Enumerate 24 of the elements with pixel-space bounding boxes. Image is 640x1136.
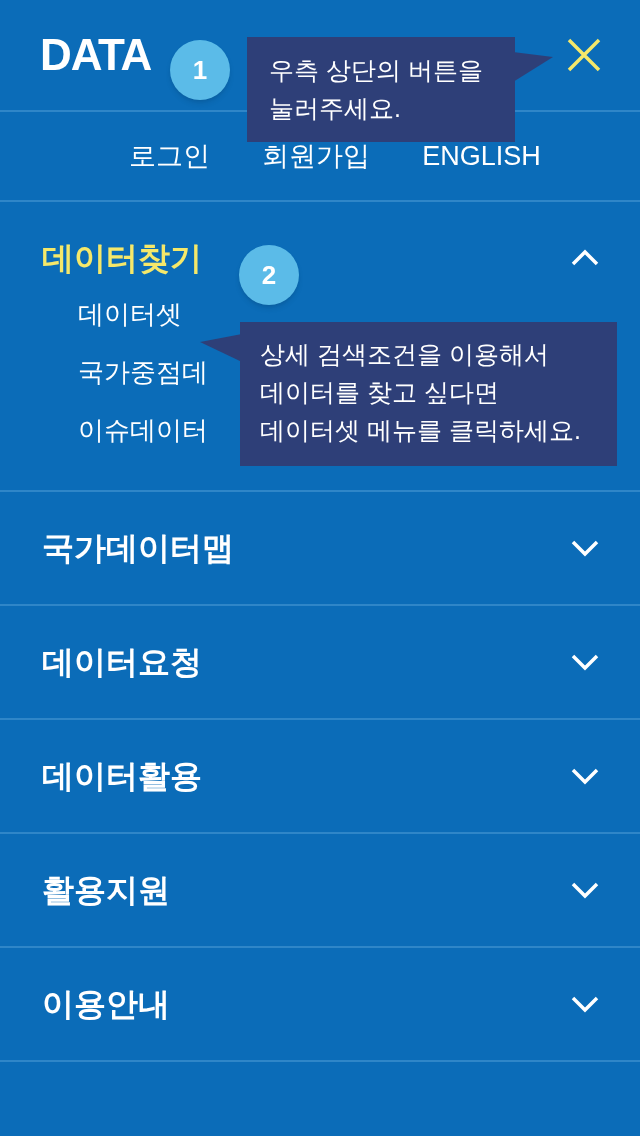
menu-section-title[interactable]: 데이터활용 [42,752,202,800]
tooltip-pointer [513,52,553,82]
submenu-item[interactable]: 데이터셋 [78,294,182,334]
chevron-down-icon[interactable] [570,539,600,557]
tooltip: 우측 상단의 버튼을 눌러주세요. [247,37,515,142]
chevron-down-icon[interactable] [570,881,600,899]
chevron-down-icon[interactable] [570,995,600,1013]
menu-section-title[interactable]: 데이터요청 [42,638,202,686]
step-badge: 1 [170,40,230,100]
submenu-item[interactable]: 국가중점데 [78,352,208,392]
header-link[interactable]: 로그인 [129,135,211,177]
submenu-item[interactable]: 이슈데이터 [78,410,208,450]
menu-section-title[interactable]: 활용지원 [42,866,170,914]
menu-section-title[interactable]: 데이터찾기 [42,234,202,282]
menu-section-title[interactable]: 이용안내 [42,980,170,1028]
tooltip: 상세 검색조건을 이용해서 데이터를 찾고 싶다면 데이터셋 메뉴를 클릭하세요. [240,322,617,466]
chevron-down-icon[interactable] [570,767,600,785]
chevron-down-icon[interactable] [570,653,600,671]
tooltip-pointer [200,334,242,362]
close-icon[interactable] [566,37,602,73]
chevron-up-icon[interactable] [570,249,600,267]
logo[interactable]: DATA [40,22,152,88]
step-badge: 2 [239,245,299,305]
menu-section-title[interactable]: 국가데이터맵 [42,524,234,572]
